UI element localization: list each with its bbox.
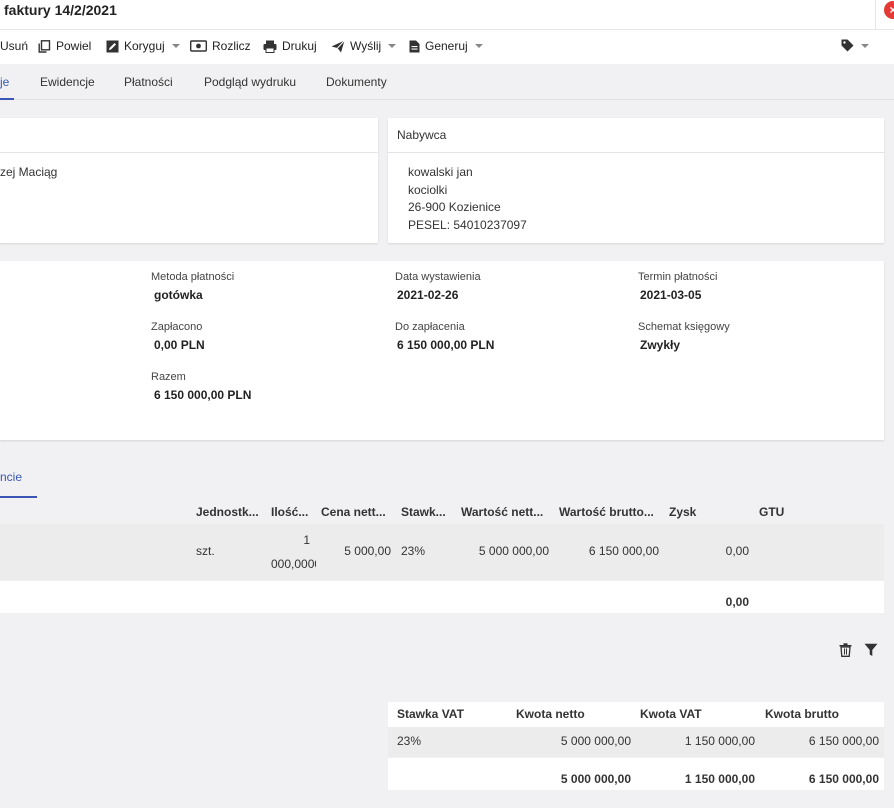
duplicate-button[interactable]: Powiel — [38, 39, 91, 53]
duplicate-label: Powiel — [56, 39, 92, 53]
active-tab-indicator — [0, 98, 14, 100]
vat-row-vat: 1 150 000,00 — [684, 734, 755, 748]
send-label: Wyślij — [350, 39, 382, 53]
settle-button[interactable]: Rozlicz — [190, 39, 251, 53]
row-profit: 0,00 — [725, 544, 749, 558]
invoice-details-card: Metoda płatności gotówka Data wystawieni… — [0, 261, 884, 440]
vat-col-vat-header[interactable]: Kwota VAT — [640, 707, 702, 721]
printer-icon — [263, 40, 277, 53]
title-bar: faktury 14/2/2021 × — [0, 0, 894, 30]
paper-plane-icon — [331, 39, 345, 53]
paid-label: Zapłacono — [151, 321, 203, 333]
tab-payments[interactable]: Płatności — [124, 75, 173, 89]
vat-total-vat: 1 150 000,00 — [684, 772, 755, 786]
to-pay-value: 6 150 000,00 PLN — [397, 338, 495, 352]
items-summary-row: 0,00 — [0, 581, 884, 613]
due-date-label: Termin płatności — [638, 271, 718, 283]
buyer-pesel: PESEL: 54010237097 — [408, 218, 527, 232]
scheme-label: Schemat księgowy — [638, 321, 730, 333]
title-divider — [875, 0, 876, 30]
correct-button[interactable]: Koryguj — [106, 39, 180, 53]
vat-col-gross-header[interactable]: Kwota brutto — [765, 707, 839, 721]
window-title: faktury 14/2/2021 — [4, 2, 117, 18]
issue-date-label: Data wystawienia — [395, 271, 481, 283]
total-value: 6 150 000,00 PLN — [154, 388, 252, 402]
row-unit: szt. — [196, 544, 215, 558]
seller-name: zej Maciąg — [0, 165, 58, 179]
col-gross-value-header[interactable]: Wartość brutto... — [559, 505, 662, 519]
vat-row-rate: 23% — [397, 734, 422, 748]
due-date-value: 2021-03-05 — [640, 288, 702, 302]
money-icon — [190, 40, 207, 52]
vat-totals-row: 5 000 000,00 1 150 000,00 6 150 000,00 — [388, 758, 884, 790]
tag-icon — [841, 39, 854, 52]
chevron-down-icon — [861, 43, 869, 48]
row-qty-line2: 000,0000 — [271, 557, 316, 571]
tab-records[interactable]: Ewidencje — [40, 75, 95, 89]
to-pay-label: Do zapłacenia — [395, 321, 465, 333]
col-qty-header[interactable]: Ilość... — [271, 505, 316, 519]
copy-icon — [38, 39, 51, 53]
sum-profit: 0,00 — [725, 595, 749, 609]
print-button[interactable]: Drukuj — [263, 39, 317, 53]
paid-value: 0,00 PLN — [154, 338, 205, 352]
issue-date-value: 2021-02-26 — [397, 288, 459, 302]
tab-print-preview[interactable]: Podgląd wydruku — [204, 75, 296, 89]
col-net-value-header[interactable]: Wartość nett... — [461, 505, 553, 519]
col-profit-header[interactable]: Zysk — [669, 505, 709, 519]
toolbar: Usuń Powiel Koryguj Rozlicz Drukuj Wyśli… — [0, 30, 894, 64]
row-net-price: 5 000,00 — [344, 544, 391, 558]
col-unit-header[interactable]: Jednostk... — [196, 505, 266, 519]
vat-row-gross: 6 150 000,00 — [808, 734, 879, 748]
vat-total-gross: 6 150 000,00 — [808, 772, 879, 786]
edit-icon — [106, 40, 119, 53]
col-net-price-header[interactable]: Cena nett... — [321, 505, 393, 519]
scheme-value: Zwykły — [640, 338, 681, 352]
chevron-down-icon — [171, 44, 180, 48]
chevron-down-icon — [388, 44, 397, 48]
buyer-card: Nabywca kowalski jan kociolki 26-900 Koz… — [388, 118, 884, 243]
generate-label: Generuj — [425, 39, 468, 53]
row-net-value: 5 000 000,00 — [478, 544, 549, 558]
buyer-name: kowalski jan — [408, 165, 473, 179]
buyer-card-header: Nabywca — [388, 118, 884, 153]
col-rate-header[interactable]: Stawk... — [401, 505, 453, 519]
row-rate: 23% — [401, 544, 426, 558]
document-icon — [409, 40, 420, 53]
tab-items[interactable]: ncie — [0, 470, 22, 484]
table-row[interactable]: 23% 5 000 000,00 1 150 000,00 6 150 000,… — [388, 727, 884, 757]
send-button[interactable]: Wyślij — [331, 39, 397, 53]
row-gross-value: 6 150 000,00 — [588, 544, 659, 558]
close-icon[interactable]: × — [884, 1, 894, 19]
vat-total-net: 5 000 000,00 — [560, 772, 631, 786]
vat-row-net: 5 000 000,00 — [560, 734, 631, 748]
table-row[interactable]: szt. 1 000,0000 5 000,00 23% 5 000 000,0… — [0, 524, 884, 580]
chevron-down-icon — [474, 44, 483, 48]
trash-icon[interactable] — [839, 643, 852, 660]
tags-button[interactable] — [841, 39, 869, 52]
row-qty-line1: 1 — [303, 533, 310, 547]
correct-label: Koryguj — [124, 39, 165, 53]
active-subtab-indicator — [0, 496, 37, 498]
payment-method-value: gotówka — [154, 288, 203, 302]
buyer-city: 26-900 Kozienice — [408, 200, 501, 214]
vat-col-rate-header[interactable]: Stawka VAT — [397, 707, 464, 721]
delete-button[interactable]: Usuń — [0, 39, 28, 53]
seller-card: zej Maciąg — [0, 118, 378, 243]
tab-documents[interactable]: Dokumenty — [326, 75, 387, 89]
seller-card-header — [0, 118, 378, 153]
total-label: Razem — [151, 371, 186, 383]
document-tabs: je Ewidencje Płatności Podgląd wydruku D… — [0, 64, 894, 100]
vat-table-header: Stawka VAT Kwota netto Kwota VAT Kwota b… — [388, 702, 884, 727]
settle-label: Rozlicz — [212, 39, 251, 53]
filter-icon[interactable] — [864, 643, 878, 660]
print-label: Drukuj — [282, 39, 317, 53]
col-gtu-header[interactable]: GTU — [759, 505, 799, 519]
generate-button[interactable]: Generuj — [409, 39, 483, 53]
delete-label: Usuń — [0, 39, 29, 53]
payment-method-label: Metoda płatności — [151, 271, 235, 283]
buyer-street: kociolki — [408, 183, 448, 197]
tab-details[interactable]: je — [0, 75, 9, 89]
vat-col-net-header[interactable]: Kwota netto — [516, 707, 585, 721]
